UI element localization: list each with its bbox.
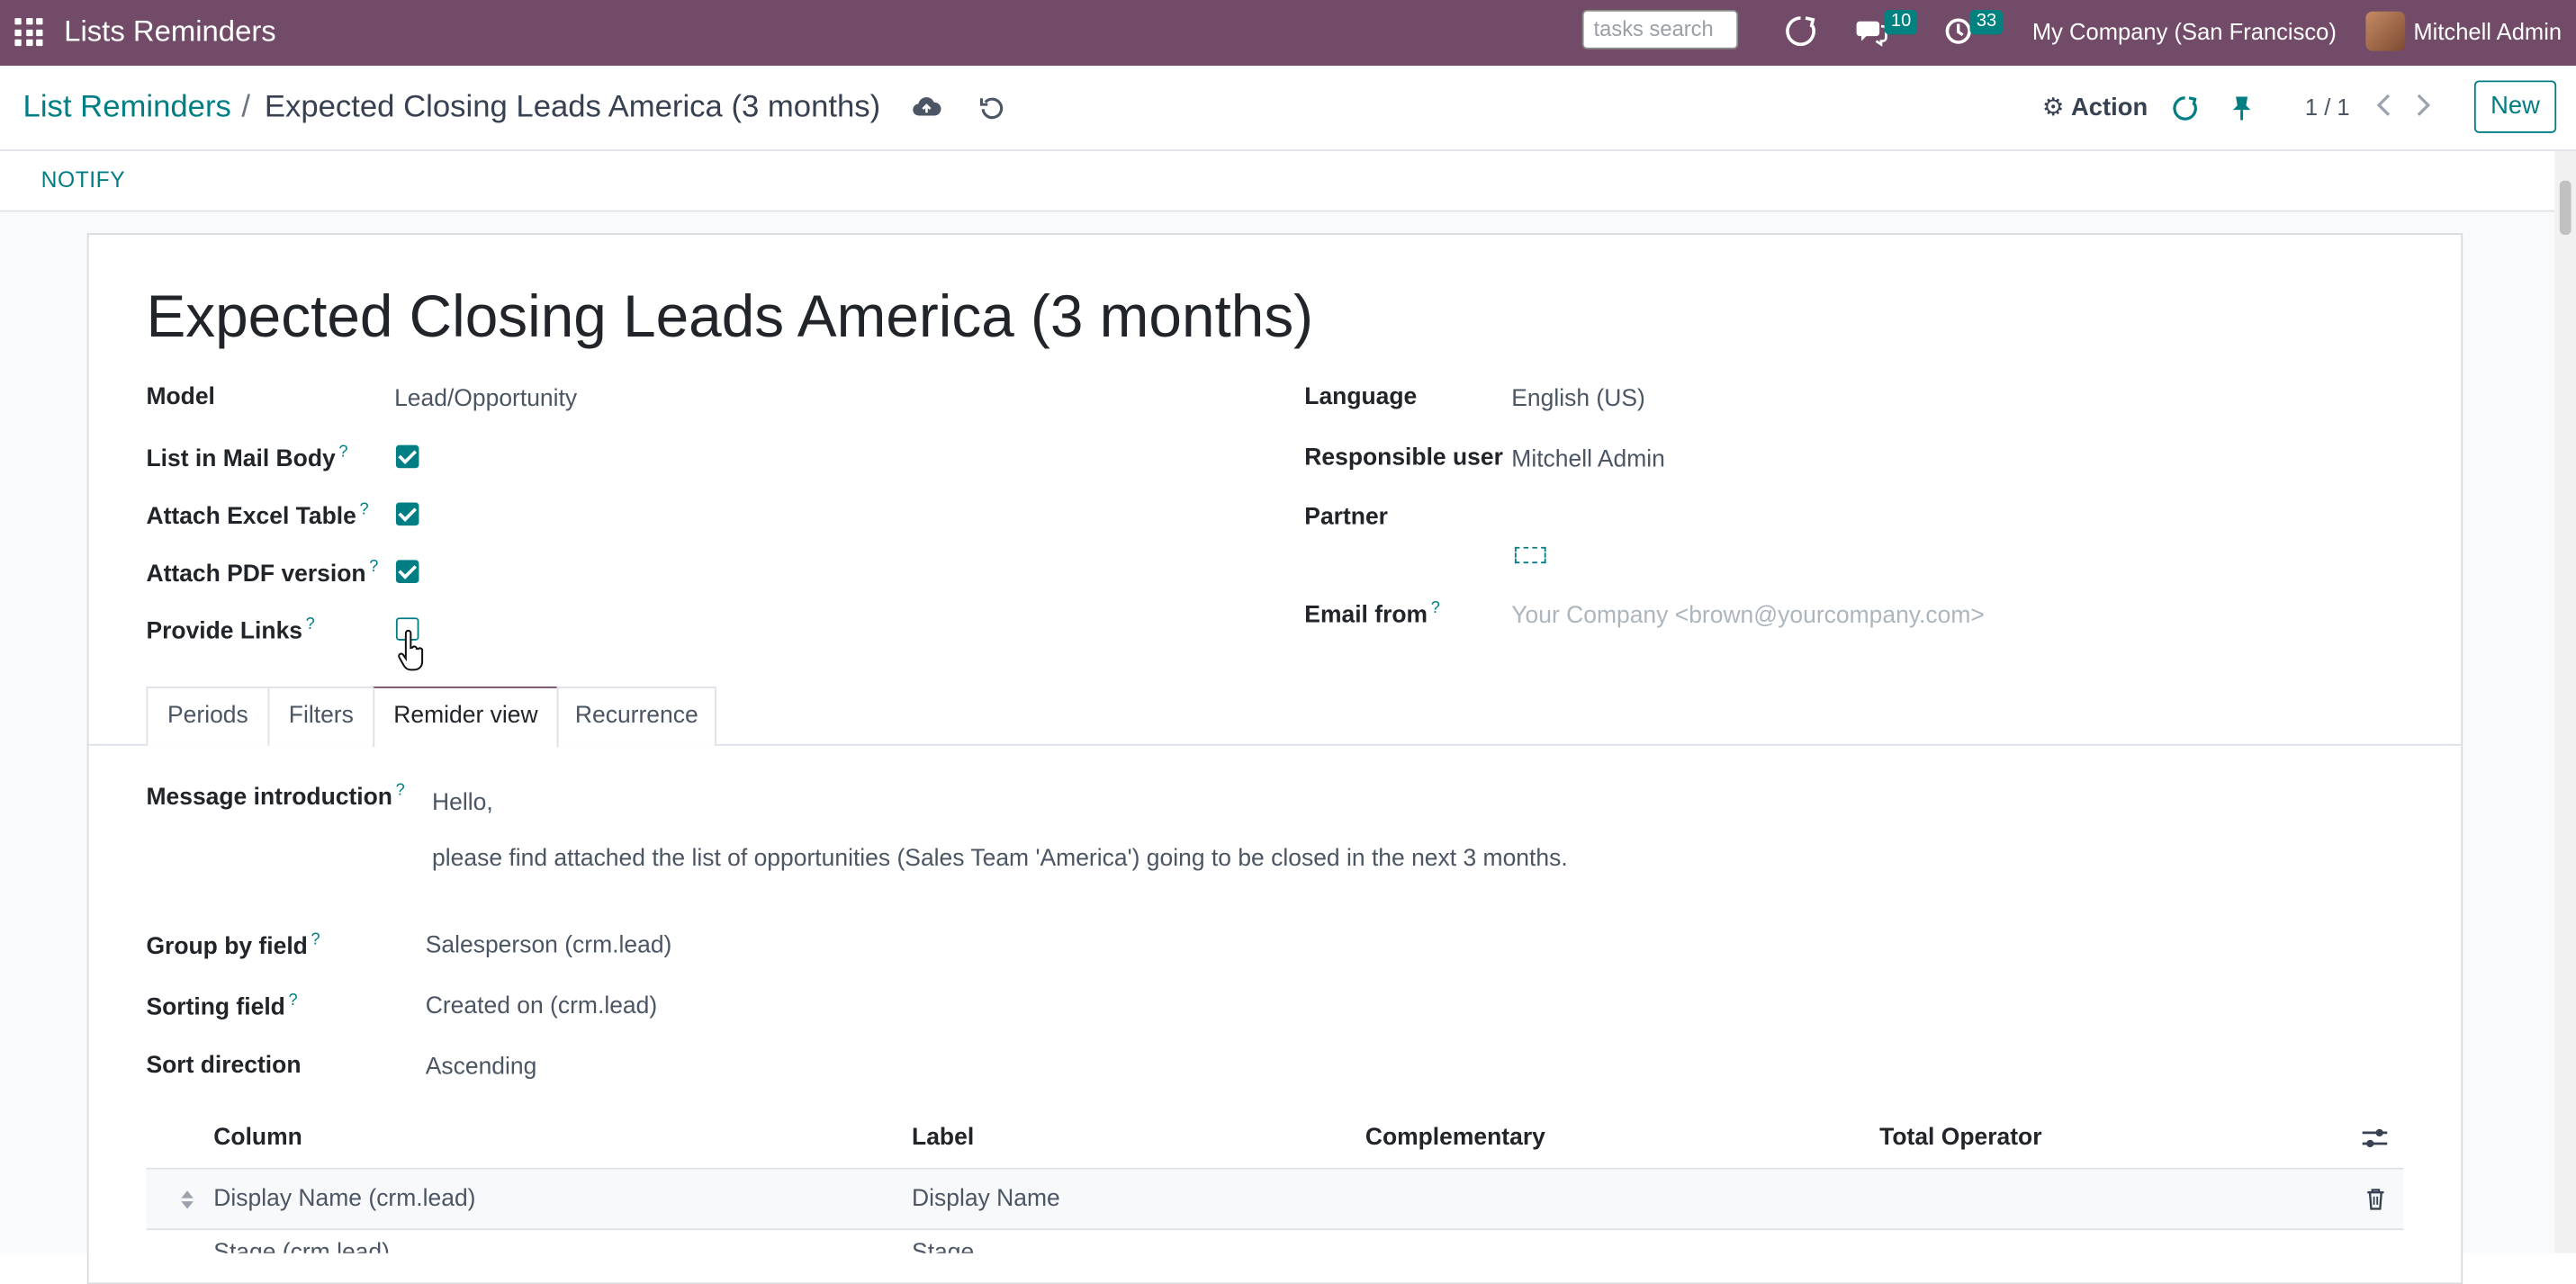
voip-icon[interactable]	[1784, 14, 1817, 48]
email-from-label: Email from?	[1304, 599, 1440, 629]
sort-direction-label: Sort direction	[146, 1053, 302, 1080]
record-title[interactable]: Expected Closing Leads America (3 months…	[146, 283, 1313, 352]
hand-cursor-icon	[398, 629, 424, 671]
column-header-column[interactable]: Column	[213, 1125, 302, 1151]
attach-pdf-label: Attach PDF version?	[146, 558, 379, 588]
action-label: Action	[2071, 94, 2148, 122]
attach-excel-checkbox[interactable]	[395, 502, 419, 526]
row-column-cell[interactable]: Display Name (crm.lead)	[213, 1186, 475, 1212]
refresh-icon[interactable]	[2172, 95, 2198, 121]
partner-label: Partner	[1304, 504, 1388, 531]
column-header-total-operator[interactable]: Total Operator	[1879, 1125, 2041, 1151]
tasks-search-input[interactable]: tasks search	[1581, 9, 1739, 49]
pager-value[interactable]: 1 / 1	[2305, 94, 2350, 120]
message-introduction-label: Message introduction?	[146, 781, 405, 812]
sorting-field-value[interactable]: Created on (crm.lead)	[426, 993, 657, 1019]
attach-pdf-checkbox[interactable]	[395, 560, 419, 583]
breadcrumb-current: Expected Closing Leads America (3 months…	[264, 90, 881, 125]
list-in-mail-body-checkbox[interactable]	[395, 444, 419, 469]
column-header-label[interactable]: Label	[912, 1125, 974, 1151]
help-marker[interactable]: ?	[1431, 599, 1440, 617]
tab-periods[interactable]: Periods	[146, 686, 270, 746]
group-by-field-label: Group by field?	[146, 930, 320, 961]
gear-icon: ⚙	[2041, 94, 2065, 122]
discard-undo-icon[interactable]	[979, 95, 1004, 120]
notify-button[interactable]: NOTIFY	[41, 167, 126, 192]
clock-icon[interactable]	[1943, 14, 1973, 48]
scrollbar-thumb[interactable]	[2559, 180, 2571, 236]
action-menu-button[interactable]: ⚙ Action	[2042, 92, 2148, 121]
save-cloud-icon[interactable]	[912, 94, 941, 120]
app-title[interactable]: Lists Reminders	[64, 14, 276, 49]
sorting-field-label: Sorting field?	[146, 992, 298, 1022]
help-marker[interactable]: ?	[306, 615, 315, 633]
user-menu[interactable]: Mitchell Admin	[2413, 18, 2562, 44]
help-marker[interactable]: ?	[359, 501, 368, 519]
scrollbar-track[interactable]	[2554, 150, 2576, 1253]
row-label-cell[interactable]: Display Name	[912, 1186, 1060, 1212]
responsible-user-label: Responsible user	[1304, 444, 1503, 471]
breadcrumb-parent-link[interactable]: List Reminders	[23, 90, 231, 126]
column-header-complementary[interactable]: Complementary	[1365, 1125, 1545, 1151]
provide-links-label: Provide Links?	[146, 615, 315, 646]
sort-direction-value[interactable]: Ascending	[426, 1055, 537, 1081]
control-panel: List Reminders / Expected Closing Leads …	[0, 66, 2576, 151]
row-column-cell[interactable]: Stage (crm.lead)	[213, 1240, 390, 1253]
help-marker[interactable]: ?	[369, 559, 378, 577]
activities-badge: 33	[1969, 9, 2004, 35]
chevron-left-icon[interactable]	[2375, 94, 2391, 117]
help-marker[interactable]: ?	[338, 444, 347, 462]
messages-badge: 10	[1884, 9, 1918, 35]
table-row[interactable]	[146, 1169, 2404, 1231]
top-navbar: Lists Reminders tasks search 10 33 My Co…	[0, 0, 2576, 67]
apps-menu-icon[interactable]	[14, 18, 43, 47]
company-switcher[interactable]: My Company (San Francisco)	[2032, 18, 2337, 44]
tab-remider-view[interactable]: Remider view	[373, 686, 559, 748]
drag-handle-icon[interactable]	[179, 1190, 195, 1211]
message-intro-line-1[interactable]: Hello,	[432, 790, 493, 816]
language-label: Language	[1304, 384, 1418, 411]
list-in-mail-body-label: List in Mail Body?	[146, 443, 348, 473]
chat-icon[interactable]	[1855, 14, 1888, 48]
help-marker[interactable]: ?	[311, 931, 320, 949]
pin-icon[interactable]	[2231, 95, 2253, 121]
help-marker[interactable]: ?	[396, 782, 405, 800]
tab-recurrence[interactable]: Recurrence	[556, 686, 716, 746]
model-value: Lead/Opportunity	[394, 385, 578, 413]
chevron-right-icon[interactable]	[2415, 94, 2431, 117]
user-avatar[interactable]	[2365, 11, 2406, 51]
row-label-cell[interactable]: Stage	[912, 1240, 974, 1253]
help-marker[interactable]: ?	[289, 992, 298, 1010]
new-button[interactable]: New	[2473, 80, 2557, 133]
partner-field[interactable]	[1514, 546, 1546, 564]
message-intro-line-2[interactable]: please find attached the list of opportu…	[432, 846, 1568, 872]
model-label: Model	[146, 384, 215, 411]
trash-icon[interactable]	[2365, 1188, 2385, 1211]
language-value[interactable]: English (US)	[1511, 386, 1645, 412]
attach-excel-label: Attach Excel Table?	[146, 500, 369, 531]
group-by-field-value[interactable]: Salesperson (crm.lead)	[426, 933, 672, 959]
tab-filters[interactable]: Filters	[267, 686, 375, 746]
optional-columns-sliders-icon[interactable]	[2361, 1127, 2389, 1150]
email-from-field[interactable]: Your Company <brown@yourcompany.com>	[1511, 603, 1985, 629]
responsible-user-value[interactable]: Mitchell Admin	[1511, 446, 1665, 472]
breadcrumb-separator: /	[241, 90, 250, 125]
table-row[interactable]: Stage (crm.lead) Stage	[146, 1230, 2403, 1253]
status-bar: NOTIFY	[0, 150, 2555, 212]
